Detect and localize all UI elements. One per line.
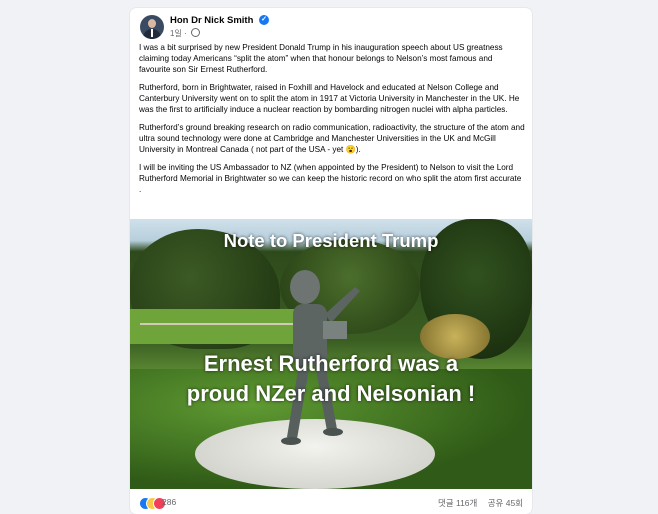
post-text: I was a bit surprised by new President D… [139, 42, 525, 202]
image-caption-main: Ernest Rutherford was a proud NZer and N… [130, 349, 532, 409]
post-header: Hon Dr Nick Smith ✓ 1일 · [130, 8, 532, 44]
post-paragraph: I will be inviting the US Ambassador to … [139, 163, 522, 194]
image-caption-top: Note to President Trump [223, 230, 439, 251]
post-card: Hon Dr Nick Smith ✓ 1일 · I was a bit sur… [130, 8, 532, 514]
post-paragraph: Rutherford’s ground breaking research on… [139, 123, 525, 154]
image-caption-line-2: proud NZer and Nelsonian ! [186, 381, 476, 406]
post-stats: 댓글 116개 공유 45회 [430, 497, 523, 509]
post-image[interactable]: Note to President Trump Ernest Rutherfor… [130, 219, 532, 489]
avatar[interactable] [140, 15, 164, 39]
post-meta: 1일 · [170, 28, 200, 39]
reaction-count[interactable]: 286 [162, 497, 176, 507]
post-timestamp[interactable]: 1일 [170, 29, 182, 38]
post-footer: 286 댓글 116개 공유 45회 [130, 489, 532, 514]
post-paragraph: Rutherford, born in Brightwater, raised … [139, 83, 520, 114]
post-paragraph: I was a bit surprised by new President D… [139, 43, 503, 74]
comment-count[interactable]: 댓글 116개 [438, 498, 477, 508]
author-name[interactable]: Hon Dr Nick Smith [170, 15, 253, 26]
author-name-row: Hon Dr Nick Smith ✓ [170, 15, 270, 26]
globe-icon [190, 28, 200, 38]
image-caption-line-1: Ernest Rutherford was a [203, 351, 459, 376]
share-count[interactable]: 공유 45회 [488, 498, 523, 508]
verified-badge-icon: ✓ [259, 15, 270, 26]
